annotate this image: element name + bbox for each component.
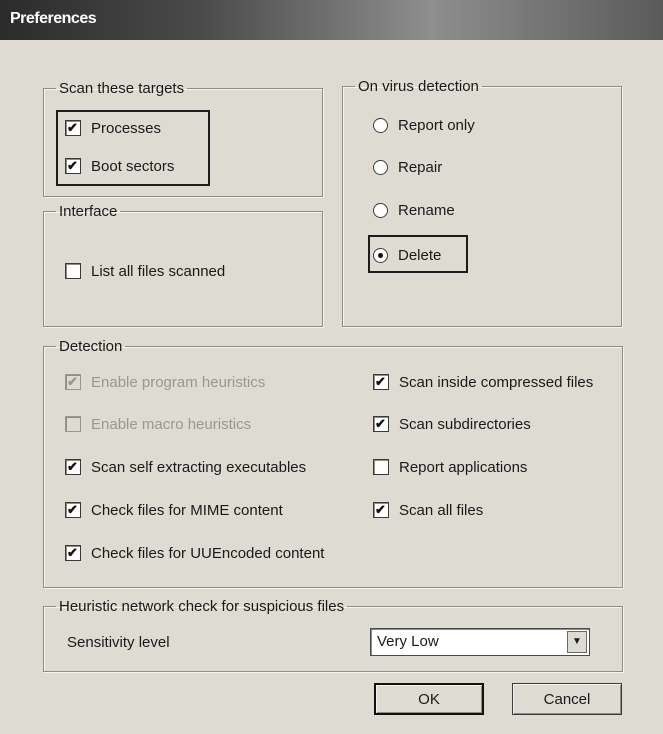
checkbox-enable-macro-heuristics[interactable]: Enable macro heuristics — [65, 413, 251, 435]
uuencoded-content-label: Check files for UUEncoded content — [91, 544, 325, 562]
rename-label: Rename — [398, 201, 455, 219]
delete-radio-circle[interactable] — [373, 247, 388, 263]
uuencoded-content-checkbox-box[interactable] — [65, 545, 81, 561]
radio-rename[interactable]: Rename — [373, 199, 455, 221]
rename-radio-circle[interactable] — [373, 202, 388, 218]
checkbox-scan-all-files[interactable]: Scan all files — [373, 499, 483, 521]
boot-sectors-label: Boot sectors — [91, 157, 175, 175]
processes-checkbox-box[interactable] — [65, 120, 81, 136]
repair-label: Repair — [398, 158, 443, 176]
program-heuristics-checkbox-box[interactable] — [65, 374, 81, 390]
macro-heuristics-checkbox-box[interactable] — [65, 416, 81, 432]
virus-detection-legend: On virus detection — [358, 78, 479, 95]
checkbox-scan-compressed[interactable]: Scan inside compressed files — [373, 371, 593, 393]
scan-all-files-label: Scan all files — [399, 501, 484, 519]
program-heuristics-label: Enable program heuristics — [91, 373, 266, 391]
sensitivity-label: Sensitivity level — [67, 634, 170, 651]
title-bar: Preferences — [0, 0, 663, 40]
scan-subdirectories-checkbox-box[interactable] — [373, 416, 389, 432]
delete-label: Delete — [398, 246, 442, 264]
repair-radio-circle[interactable] — [373, 159, 388, 175]
radio-delete[interactable]: Delete — [373, 244, 441, 266]
radio-repair[interactable]: Repair — [373, 156, 442, 178]
report-applications-checkbox-box[interactable] — [373, 459, 389, 475]
self-extracting-checkbox-box[interactable] — [65, 459, 81, 475]
checkbox-processes[interactable]: Processes — [65, 117, 161, 139]
scan-targets-legend: Scan these targets — [59, 80, 185, 97]
checkbox-mime-content[interactable]: Check files for MIME content — [65, 499, 283, 521]
detection-legend: Detection — [59, 338, 123, 355]
scan-compressed-checkbox-box[interactable] — [373, 374, 389, 390]
mime-content-label: Check files for MIME content — [91, 501, 283, 519]
checkbox-scan-self-extracting[interactable]: Scan self extracting executables — [65, 456, 306, 478]
macro-heuristics-label: Enable macro heuristics — [91, 415, 252, 433]
self-extracting-label: Scan self extracting executables — [91, 458, 307, 476]
list-all-files-label: List all files scanned — [91, 262, 226, 280]
mime-content-checkbox-box[interactable] — [65, 502, 81, 518]
checkbox-boot-sectors[interactable]: Boot sectors — [65, 155, 174, 177]
cancel-button[interactable]: Cancel — [512, 683, 622, 715]
checkbox-enable-program-heuristics[interactable]: Enable program heuristics — [65, 371, 265, 393]
report-applications-label: Report applications — [399, 458, 528, 476]
report-only-label: Report only — [398, 116, 475, 134]
window-title: Preferences — [10, 10, 97, 27]
heuristic-legend: Heuristic network check for suspicious f… — [59, 598, 345, 615]
checkbox-list-all-files[interactable]: List all files scanned — [65, 260, 225, 282]
sensitivity-value: Very Low — [377, 633, 439, 650]
interface-legend: Interface — [59, 203, 118, 220]
boot-sectors-checkbox-box[interactable] — [65, 158, 81, 174]
scan-subdirectories-label: Scan subdirectories — [399, 415, 531, 433]
list-all-files-checkbox-box[interactable] — [65, 263, 81, 279]
scan-all-files-checkbox-box[interactable] — [373, 502, 389, 518]
report-only-radio-circle[interactable] — [373, 117, 388, 133]
radio-report-only[interactable]: Report only — [373, 114, 475, 136]
checkbox-report-applications[interactable]: Report applications — [373, 456, 527, 478]
scan-compressed-label: Scan inside compressed files — [399, 373, 594, 391]
sensitivity-select[interactable]: Very Low ▼ — [370, 628, 590, 656]
dropdown-arrow-icon[interactable]: ▼ — [567, 631, 587, 653]
ok-button[interactable]: OK — [374, 683, 484, 715]
processes-label: Processes — [91, 119, 162, 137]
checkbox-uuencoded-content[interactable]: Check files for UUEncoded content — [65, 542, 324, 564]
checkbox-scan-subdirectories[interactable]: Scan subdirectories — [373, 413, 531, 435]
